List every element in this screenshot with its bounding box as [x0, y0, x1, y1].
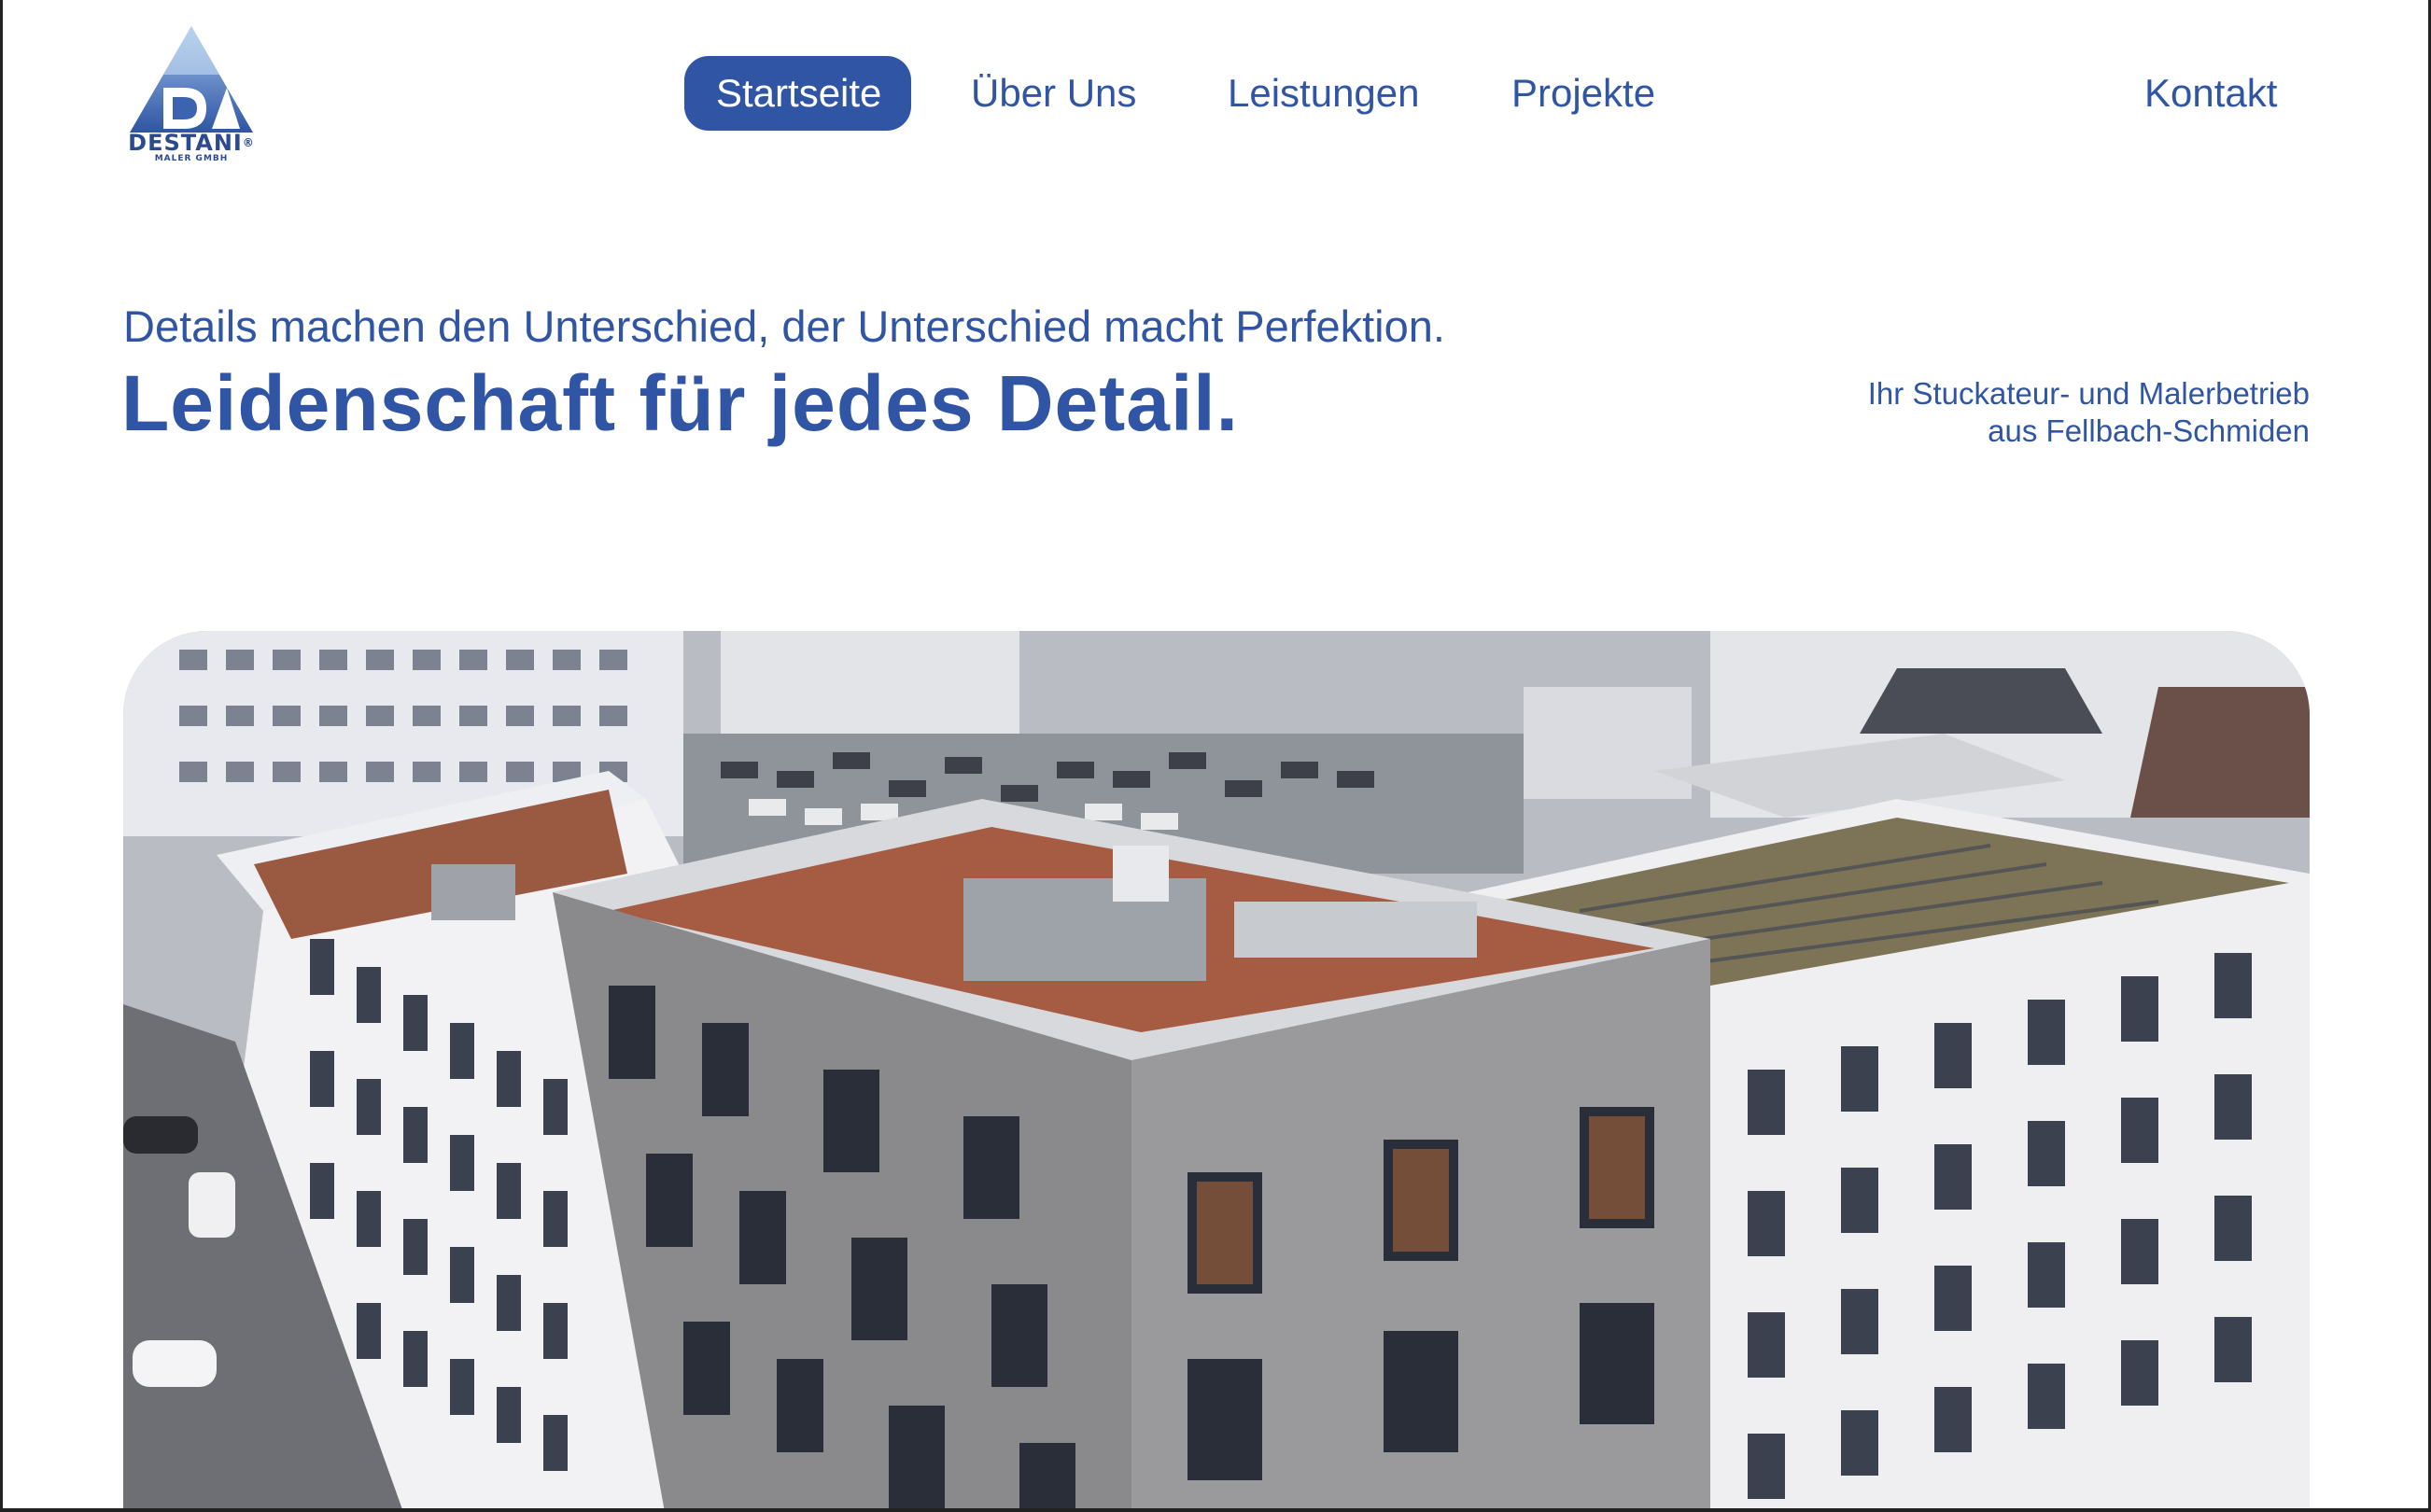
nav-link-leistungen[interactable]: Leistungen — [1228, 56, 1420, 131]
hero-image — [123, 631, 2310, 1512]
nav-link-kontakt[interactable]: Kontakt — [2144, 56, 2277, 131]
main-navigation: Startseite Über Uns Leistungen Projekte … — [0, 56, 2431, 131]
nav-link-ueber-uns[interactable]: Über Uns — [971, 56, 1136, 131]
hero-subtext: Ihr Stuckateur- und Malerbetrieb aus Fel… — [1868, 375, 2310, 450]
hero-headline: Leidenschaft für jedes Detail. — [121, 359, 1239, 447]
building-aerial-illustration — [123, 631, 2310, 1512]
logo-wordmark: DESTANI® — [128, 130, 255, 156]
hero-tagline: Details machen den Unterschied, der Unte… — [123, 301, 1445, 351]
logo-subtitle: MALER GMBH — [154, 154, 229, 163]
nav-link-projekte[interactable]: Projekte — [1511, 56, 1655, 131]
nav-link-startseite[interactable]: Startseite — [684, 56, 911, 131]
hero-subtext-line2: aus Fellbach-Schmiden — [1988, 413, 2310, 448]
hero-subtext-line1: Ihr Stuckateur- und Malerbetrieb — [1867, 376, 2310, 411]
